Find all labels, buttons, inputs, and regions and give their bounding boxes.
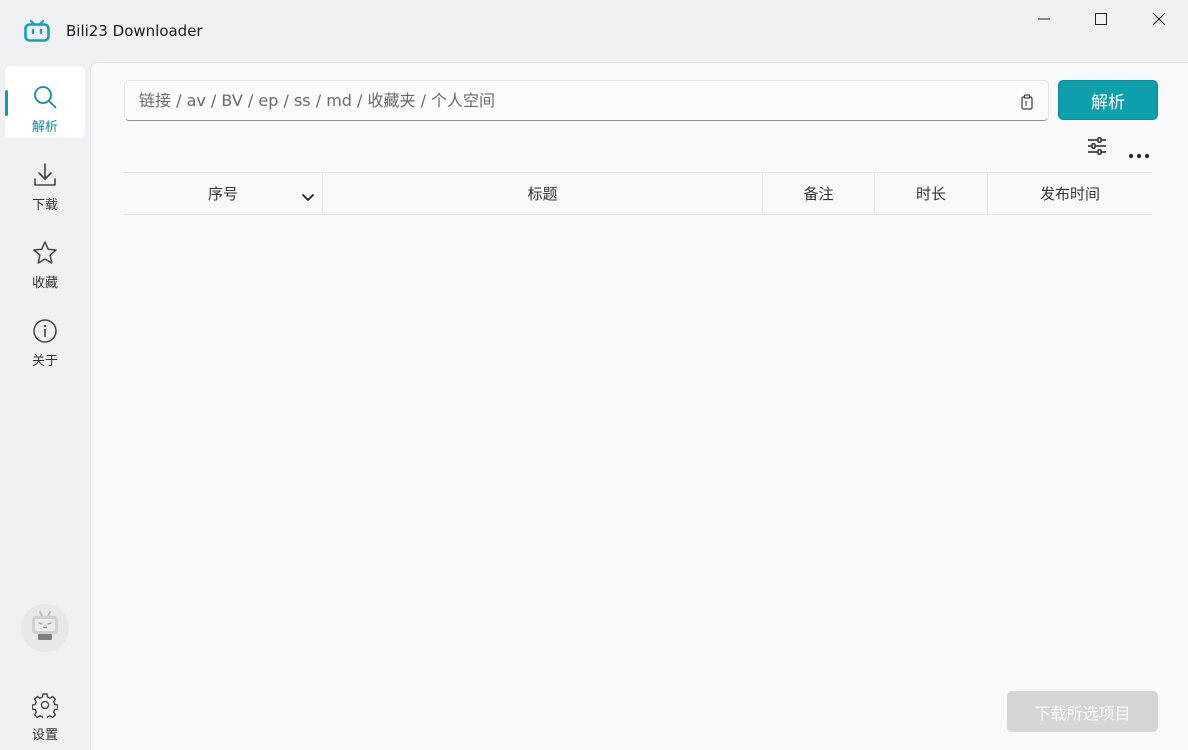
bilibili-tv-avatar-icon bbox=[28, 609, 62, 647]
column-label: 备注 bbox=[803, 185, 834, 203]
sidebar-item-parse[interactable]: 解析 bbox=[5, 66, 85, 138]
column-label: 发布时间 bbox=[1039, 185, 1100, 203]
avatar[interactable] bbox=[21, 604, 69, 652]
minimize-button[interactable] bbox=[1015, 0, 1073, 40]
column-label: 标题 bbox=[527, 185, 558, 203]
sidebar-item-label: 关于 bbox=[31, 354, 58, 369]
sidebar-item-label: 解析 bbox=[31, 120, 58, 135]
close-icon bbox=[1152, 11, 1166, 30]
clipboard-icon[interactable] bbox=[1020, 94, 1034, 110]
more-options-icon[interactable] bbox=[1128, 144, 1150, 158]
download-selected-button[interactable]: 下载所选项目 bbox=[1007, 691, 1158, 732]
bilibili-logo-icon bbox=[24, 19, 50, 42]
download-icon bbox=[32, 162, 58, 188]
maximize-icon bbox=[1094, 11, 1108, 30]
sidebar-item-label: 设置 bbox=[31, 728, 58, 743]
app-title: Bili23 Downloader bbox=[66, 22, 203, 40]
chevron-down-icon[interactable] bbox=[302, 188, 314, 201]
column-header-publish-time[interactable]: 发布时间 bbox=[988, 173, 1152, 214]
column-header-index[interactable]: 序号 bbox=[124, 173, 323, 214]
column-header-duration[interactable]: 时长 bbox=[875, 173, 988, 214]
url-input[interactable] bbox=[125, 81, 1005, 120]
column-header-note[interactable]: 备注 bbox=[763, 173, 875, 214]
sidebar-item-download[interactable]: 下载 bbox=[5, 144, 85, 216]
table-header: 序号 标题 备注 时长 发布时间 bbox=[124, 172, 1152, 215]
search-icon bbox=[32, 84, 58, 110]
column-header-title[interactable]: 标题 bbox=[323, 173, 763, 214]
title-bar: Bili23 Downloader bbox=[0, 0, 1188, 62]
close-button[interactable] bbox=[1130, 0, 1188, 40]
sidebar-item-label: 收藏 bbox=[31, 276, 58, 291]
column-label: 序号 bbox=[207, 185, 238, 203]
sidebar-item-label: 下载 bbox=[31, 198, 58, 213]
info-icon bbox=[32, 318, 58, 344]
active-indicator bbox=[5, 90, 8, 116]
sidebar-item-about[interactable]: 关于 bbox=[5, 300, 85, 372]
search-box bbox=[124, 80, 1049, 121]
star-icon bbox=[32, 240, 58, 266]
maximize-button[interactable] bbox=[1072, 0, 1130, 40]
column-label: 时长 bbox=[915, 185, 946, 203]
parse-button[interactable]: 解析 bbox=[1058, 80, 1158, 120]
gear-icon bbox=[32, 692, 58, 718]
sidebar: 解析 下载 收藏 关于 设置 bbox=[0, 62, 90, 750]
main-panel: 解析 序号 标题 备注 时长 bbox=[90, 62, 1188, 750]
filter-settings-icon[interactable] bbox=[1087, 137, 1107, 155]
sidebar-item-favorites[interactable]: 收藏 bbox=[5, 222, 85, 294]
minimize-icon bbox=[1037, 11, 1051, 30]
sidebar-item-settings[interactable]: 设置 bbox=[5, 674, 85, 746]
